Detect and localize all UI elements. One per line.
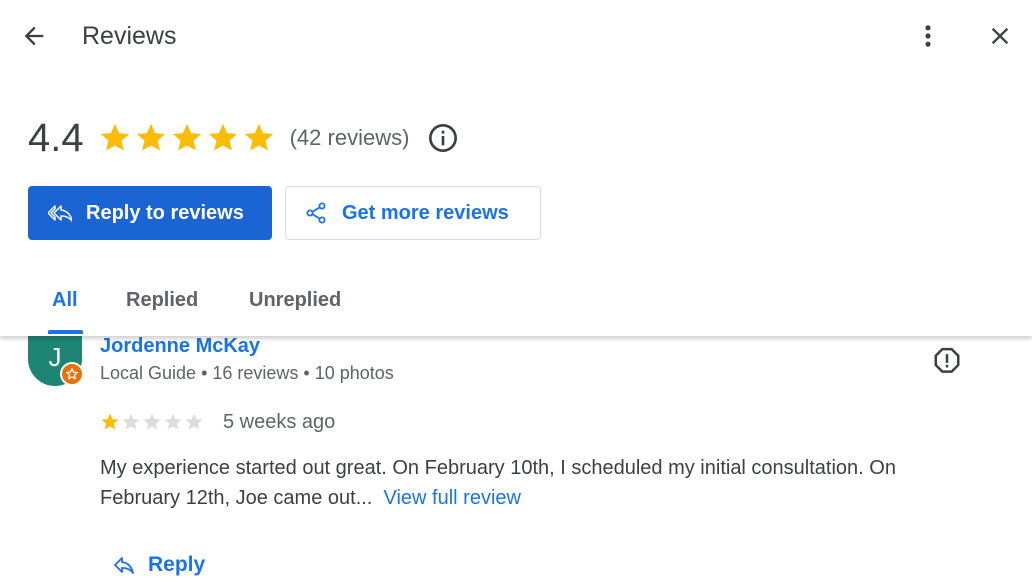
review-text: My experience started out great. On Febr… xyxy=(100,453,980,513)
report-icon xyxy=(934,347,960,373)
star-filled-icon xyxy=(136,123,165,151)
reviewer-name[interactable]: Jordenne McKay xyxy=(100,334,260,358)
review-actions: Reply to reviews Get more reviews xyxy=(28,186,541,240)
reply-to-reviews-button[interactable]: Reply to reviews xyxy=(28,186,272,240)
star-filled-icon xyxy=(208,123,237,151)
active-tab-indicator xyxy=(48,330,83,334)
reviewer-meta: Local Guide • 16 reviews • 10 photos xyxy=(100,363,394,383)
back-button[interactable] xyxy=(14,16,54,56)
info-button[interactable] xyxy=(423,118,463,158)
star-empty-icon xyxy=(164,413,182,430)
star-filled-icon xyxy=(172,123,201,151)
review-date: 5 weeks ago xyxy=(223,411,336,433)
page-title: Reviews xyxy=(82,22,177,50)
reply-button[interactable]: Reply xyxy=(112,550,205,580)
local-guide-star-icon xyxy=(66,368,78,380)
tab-unreplied[interactable]: Unreplied xyxy=(249,286,341,314)
star-filled-icon xyxy=(100,123,129,151)
average-rating: 4.4 xyxy=(28,116,84,160)
avatar[interactable]: J xyxy=(28,336,84,386)
star-empty-icon xyxy=(122,413,140,430)
close-icon xyxy=(991,27,1009,45)
report-review-button[interactable] xyxy=(928,342,966,380)
arrow-back-icon xyxy=(24,26,44,46)
view-full-review-link[interactable]: View full review xyxy=(384,487,521,509)
star-empty-icon xyxy=(185,413,203,430)
review-count: (42 reviews) xyxy=(289,125,410,150)
local-guide-badge xyxy=(60,362,84,386)
rating-stars xyxy=(98,121,276,155)
more-vert-icon xyxy=(925,25,931,47)
star-empty-icon xyxy=(143,413,161,430)
more-options-button[interactable] xyxy=(908,16,948,56)
tab-all[interactable]: All xyxy=(52,286,78,314)
star-filled-icon xyxy=(101,413,119,430)
close-button[interactable] xyxy=(980,16,1020,56)
top-bar: Reviews xyxy=(0,0,1032,72)
get-more-reviews-label: Get more reviews xyxy=(342,201,509,224)
share-icon xyxy=(306,202,326,224)
review-rating-stars xyxy=(100,412,204,432)
reply-icon xyxy=(114,557,134,574)
reply-all-icon xyxy=(48,205,72,222)
review-card: J Jordenne McKay Local Guide • 16 review… xyxy=(0,334,1032,582)
star-filled-icon xyxy=(244,123,273,151)
info-icon xyxy=(429,124,458,152)
get-more-reviews-button[interactable]: Get more reviews xyxy=(285,186,541,240)
rating-summary: 4.4 (42 reviews) xyxy=(28,112,463,164)
reply-to-reviews-label: Reply to reviews xyxy=(86,201,244,224)
reply-label: Reply xyxy=(148,553,206,576)
review-filter-tabs: All Replied Unreplied xyxy=(0,270,1032,336)
tab-replied[interactable]: Replied xyxy=(126,286,198,314)
